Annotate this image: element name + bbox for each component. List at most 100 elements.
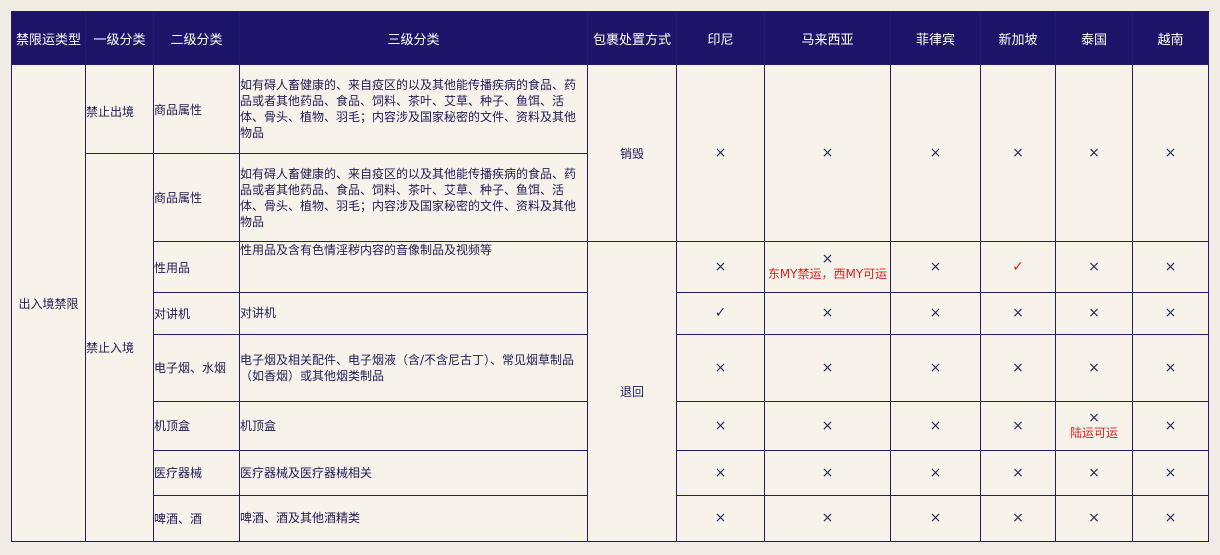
- restriction-table: 禁限运类型 一级分类 二级分类 三级分类 包裹处置方式 印尼 马来西亚 菲律宾 …: [11, 11, 1209, 543]
- level3-cell: 电子烟及相关配件、电子烟液（含/不含尼古丁）、常见烟草制品（如香烟）或其他烟类制…: [239, 333, 588, 402]
- vn-cell: ×: [1132, 494, 1209, 543]
- no-icon: ×: [1088, 510, 1100, 527]
- level3-cell: 机顶盒: [239, 400, 588, 451]
- no-icon: ×: [821, 417, 834, 434]
- no-icon: ×: [714, 510, 727, 527]
- handling-destroy: 销毁: [587, 63, 677, 243]
- level3-cell: 如有碍人畜健康的、来自疫区的以及其他能传播疾病的食品、药品或者其他药品、食品、饲…: [239, 63, 588, 155]
- no-icon: ×: [1164, 305, 1177, 322]
- no-icon: ×: [1012, 359, 1024, 376]
- check-icon: ✓: [1012, 259, 1024, 276]
- no-icon: ×: [1164, 359, 1177, 376]
- header-ph: 菲律宾: [890, 11, 981, 65]
- no-icon: ×: [929, 305, 942, 322]
- ph-cell: ×: [890, 400, 981, 451]
- no-icon: ×: [929, 145, 942, 162]
- no-icon: ×: [821, 251, 834, 268]
- ph-cell: ×: [890, 449, 981, 496]
- no-icon: ×: [1164, 510, 1177, 527]
- header-row: 禁限运类型 一级分类 二级分类 三级分类 包裹处置方式 印尼 马来西亚 菲律宾 …: [11, 11, 1209, 65]
- th-cell: ×: [1055, 292, 1133, 335]
- level2-cell: 对讲机: [153, 292, 240, 335]
- no-icon: ×: [1012, 145, 1024, 162]
- no-icon: ×: [1164, 145, 1177, 162]
- no-icon: ×: [929, 259, 942, 276]
- sg-cell: ×: [980, 494, 1056, 543]
- idn-cell: ×: [676, 494, 765, 543]
- level1-export: 禁止出境: [85, 63, 154, 155]
- th-cell: ×: [1055, 333, 1133, 402]
- level2-cell: 啤酒、酒: [153, 494, 240, 543]
- no-icon: ×: [821, 359, 834, 376]
- my-cell: ×: [764, 494, 891, 543]
- no-icon: ×: [1088, 145, 1100, 162]
- no-icon: ×: [714, 359, 727, 376]
- check-icon: ✓: [714, 305, 727, 322]
- header-level1: 一级分类: [85, 11, 154, 65]
- table-row: 出入境禁限 禁止出境 商品属性 如有碍人畜健康的、来自疫区的以及其他能传播疾病的…: [11, 63, 1209, 542]
- no-icon: ×: [821, 510, 834, 527]
- my-cell: ×: [764, 63, 891, 243]
- vn-cell: ×: [1132, 333, 1209, 402]
- ph-cell: ×: [890, 292, 981, 335]
- no-icon: ×: [1012, 464, 1024, 481]
- no-icon: ×: [929, 510, 942, 527]
- no-icon: ×: [821, 464, 834, 481]
- vn-cell: ×: [1132, 292, 1209, 335]
- my-cell: ×: [764, 449, 891, 496]
- header-level2: 二级分类: [153, 11, 240, 65]
- ph-cell: ×: [890, 333, 981, 402]
- my-note: 东MY禁运，西MY可运: [767, 267, 888, 282]
- sg-cell: ✓: [980, 241, 1056, 294]
- no-icon: ×: [714, 464, 727, 481]
- no-icon: ×: [1088, 409, 1100, 426]
- idn-cell: ×: [676, 63, 765, 243]
- no-icon: ×: [1088, 259, 1100, 276]
- vn-cell: ×: [1132, 241, 1209, 294]
- no-icon: ×: [1012, 510, 1024, 527]
- idn-cell: ×: [676, 400, 765, 451]
- idn-cell: ✓: [676, 292, 765, 335]
- sg-cell: ×: [980, 63, 1056, 243]
- vn-cell: ×: [1132, 400, 1209, 451]
- level2-cell: 机顶盒: [153, 400, 240, 451]
- header-level3: 三级分类: [239, 11, 588, 65]
- my-cell: ×: [764, 292, 891, 335]
- no-icon: ×: [821, 305, 834, 322]
- level2-cell: 商品属性: [153, 153, 240, 243]
- no-icon: ×: [714, 417, 727, 434]
- my-cell: × 东MY禁运，西MY可运: [764, 241, 891, 294]
- th-cell: × 陆运可运: [1055, 400, 1133, 451]
- idn-cell: ×: [676, 241, 765, 294]
- no-icon: ×: [1012, 417, 1024, 434]
- no-icon: ×: [1088, 305, 1100, 322]
- sg-cell: ×: [980, 449, 1056, 496]
- th-note: 陆运可运: [1069, 425, 1118, 440]
- no-icon: ×: [714, 259, 727, 276]
- th-cell: ×: [1055, 63, 1133, 243]
- no-icon: ×: [929, 417, 942, 434]
- header-sg: 新加坡: [980, 11, 1056, 65]
- level2-cell: 电子烟、水烟: [153, 333, 240, 402]
- sg-cell: ×: [980, 333, 1056, 402]
- header-vn: 越南: [1132, 11, 1209, 65]
- no-icon: ×: [929, 464, 942, 481]
- level3-cell: 医疗器械及医疗器械相关: [239, 449, 588, 496]
- my-cell: ×: [764, 400, 891, 451]
- th-cell: ×: [1055, 449, 1133, 496]
- level3-cell: 性用品及含有色情淫秽内容的音像制品及视频等: [239, 241, 588, 294]
- level2-cell: 医疗器械: [153, 449, 240, 496]
- level1-import: 禁止入境: [85, 153, 154, 542]
- vn-cell: ×: [1132, 449, 1209, 496]
- no-icon: ×: [929, 359, 942, 376]
- no-icon: ×: [714, 145, 727, 162]
- sg-cell: ×: [980, 400, 1056, 451]
- no-icon: ×: [1164, 417, 1177, 434]
- no-icon: ×: [821, 145, 834, 162]
- sg-cell: ×: [980, 292, 1056, 335]
- level3-cell: 对讲机: [239, 292, 588, 335]
- header-idn: 印尼: [676, 11, 765, 65]
- no-icon: ×: [1012, 305, 1024, 322]
- ph-cell: ×: [890, 241, 981, 294]
- level3-cell: 如有碍人畜健康的、来自疫区的以及其他能传播疾病的食品、药品或者其他药品、食品、饲…: [239, 153, 588, 243]
